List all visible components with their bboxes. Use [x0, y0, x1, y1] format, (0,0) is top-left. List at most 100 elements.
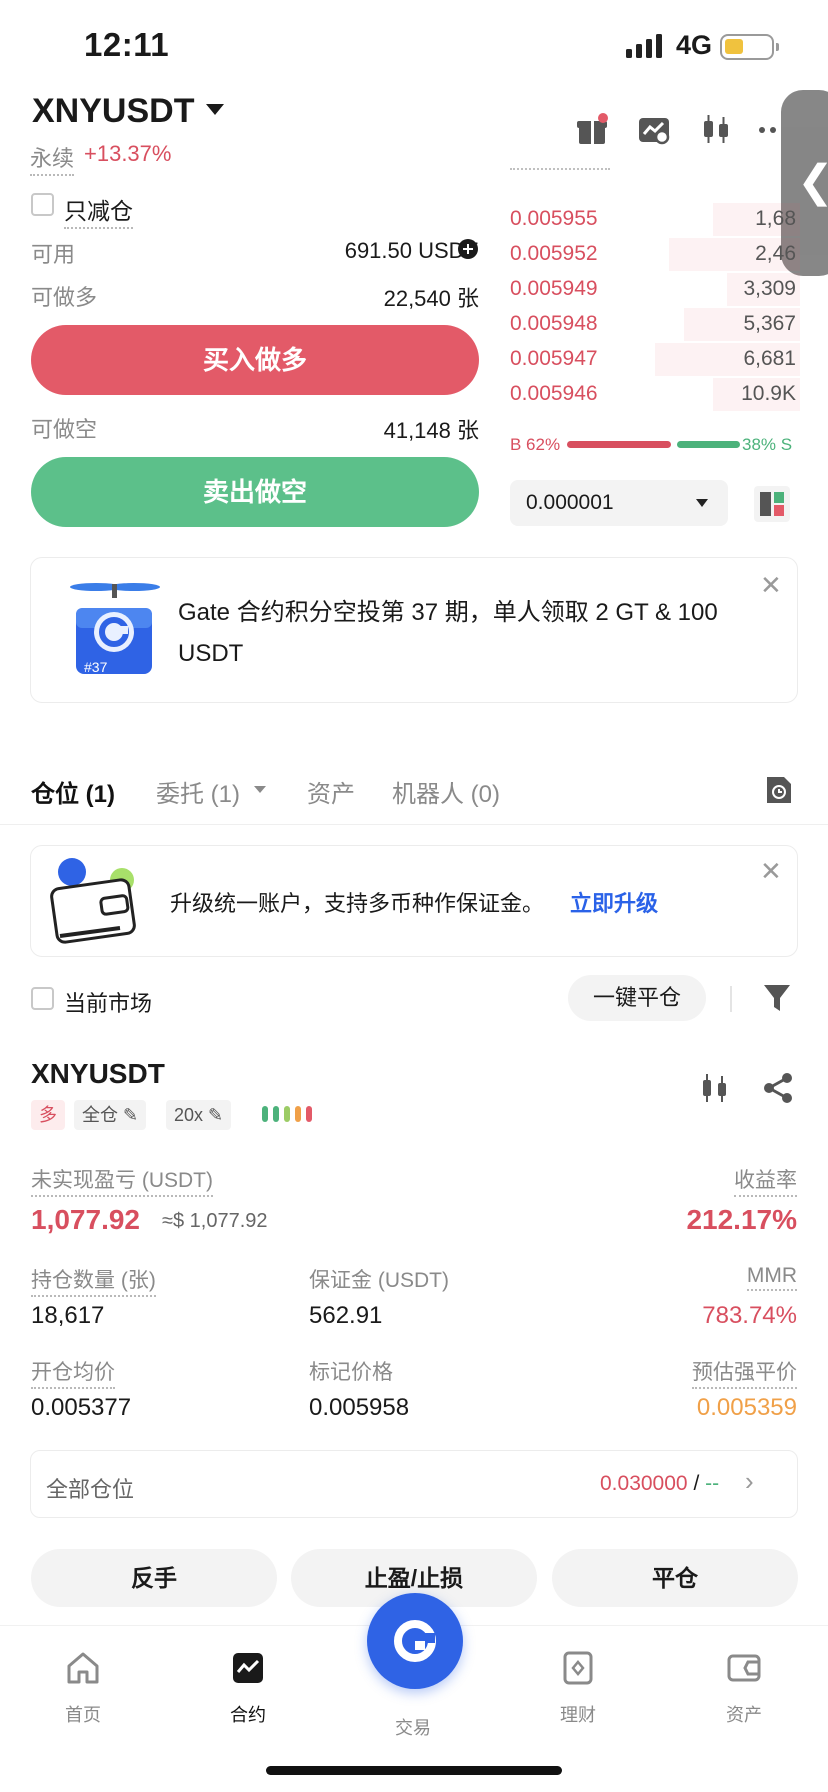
max-short-label: 可做空	[31, 417, 98, 442]
chevron-right-icon[interactable]: ›	[745, 1466, 754, 1497]
wallet-icon	[50, 858, 136, 944]
gate-logo-icon	[394, 1620, 436, 1662]
share-icon[interactable]	[762, 1072, 794, 1104]
nav-home[interactable]: 首页	[23, 1648, 143, 1727]
earn-icon	[563, 1651, 593, 1685]
close-all-button[interactable]: 一键平仓	[568, 975, 706, 1021]
sell-ratio-bar	[677, 441, 740, 448]
orderbook-ask-row[interactable]: 0.005952 2,46	[510, 238, 800, 273]
orderbook-ask-row[interactable]: 0.005946 10.9K	[510, 378, 800, 413]
liq-price-value: 0.005359	[696, 1394, 797, 1421]
buy-long-button[interactable]: 买入做多	[31, 325, 479, 395]
unrealized-pnl-value: 1,077.92	[31, 1204, 140, 1235]
mmr-value: 783.74%	[702, 1302, 797, 1329]
status-time: 12:11	[84, 26, 170, 63]
orderbook-ask-row[interactable]: 0.005948 5,367	[510, 308, 800, 343]
upgrade-text: 升级统一账户，支持多币种作保证金。	[170, 891, 545, 916]
nav-assets-label: 资产	[726, 1705, 762, 1725]
upgrade-link[interactable]: 立即升级	[570, 886, 658, 918]
more-icon[interactable]	[758, 112, 782, 148]
ask-quantity: 3,309	[743, 277, 796, 300]
position-symbol[interactable]: XNYUSDT	[31, 1058, 165, 1090]
nav-futures[interactable]: 合约	[188, 1648, 308, 1727]
ask-price: 0.005949	[510, 277, 598, 300]
network-type: 4G	[676, 30, 713, 60]
candlestick-icon[interactable]	[698, 112, 734, 148]
orderbook-ask-row[interactable]: 0.005955 1,68	[510, 203, 800, 238]
caret-down-icon	[696, 499, 708, 507]
max-short-value: 41,148 张	[383, 418, 479, 443]
wallet-nav-icon	[727, 1654, 761, 1682]
gift-icon[interactable]	[574, 112, 610, 148]
signal-icon	[626, 34, 662, 58]
tab-assets[interactable]: 资产	[307, 774, 355, 809]
position-size-value: 18,617	[31, 1302, 105, 1329]
reduce-only-label[interactable]: 只减仓	[64, 192, 133, 229]
total-positions-separator: /	[693, 1472, 700, 1495]
mark-price-value: 0.005958	[309, 1394, 410, 1421]
ask-price: 0.005952	[510, 242, 598, 265]
margin-mode-tag[interactable]: 全仓 ✎	[74, 1100, 147, 1130]
orderbook-ask-row[interactable]: 0.005949 3,309	[510, 273, 800, 308]
close-position-button[interactable]: 平仓	[552, 1549, 798, 1607]
unrealized-pnl-approx: ≈$ 1,077.92	[162, 1210, 268, 1232]
tab-bots[interactable]: 机器人 (0)	[392, 774, 500, 809]
chevron-left-icon: ❮	[797, 156, 828, 207]
promo-badge: #37	[84, 659, 108, 675]
add-funds-icon[interactable]	[458, 239, 478, 259]
promo-text[interactable]: Gate 合约积分空投第 37 期，单人领取 2 GT & 100 USDT	[178, 592, 738, 674]
current-market-label[interactable]: 当前市场	[64, 986, 152, 1018]
ask-price: 0.005948	[510, 312, 598, 335]
total-positions-label: 全部仓位	[46, 1477, 135, 1502]
battery-icon	[720, 34, 779, 60]
edit-icon: ✎	[123, 1105, 139, 1125]
orderbook-layout-icon[interactable]	[752, 484, 792, 524]
candlestick-icon[interactable]	[700, 1071, 730, 1105]
margin-mode-label: 全仓	[82, 1105, 118, 1125]
leverage-label: 20x	[174, 1105, 204, 1125]
current-market-checkbox[interactable]	[31, 987, 54, 1010]
entry-price-label: 开仓均价	[31, 1356, 115, 1389]
orderbook-ask-row[interactable]: 0.005947 6,681	[510, 343, 800, 378]
sell-short-button[interactable]: 卖出做空	[31, 457, 479, 527]
leverage-tag[interactable]: 20x ✎	[166, 1100, 232, 1130]
max-long-label: 可做多	[31, 285, 98, 310]
history-document-icon[interactable]	[764, 774, 794, 806]
tab-orders[interactable]: 委托 (1)	[156, 774, 240, 809]
margin-value: 562.91	[309, 1302, 383, 1329]
close-icon[interactable]: ✕	[760, 856, 782, 887]
position-side-tag: 多	[31, 1100, 65, 1130]
ask-quantity: 1,68	[755, 207, 796, 230]
roe-value: 212.17%	[686, 1204, 797, 1235]
change-percent: +13.37%	[84, 141, 172, 166]
caret-down-icon[interactable]	[254, 786, 266, 793]
tab-positions[interactable]: 仓位 (1)	[31, 774, 115, 809]
calculator-chart-icon[interactable]	[636, 112, 672, 148]
filter-icon[interactable]	[762, 982, 792, 1014]
nav-trade[interactable]: 交易	[353, 1706, 473, 1740]
ask-quantity: 6,681	[743, 347, 796, 370]
caret-down-icon[interactable]	[206, 104, 224, 115]
mmr-label: MMR	[746, 1264, 797, 1291]
home-indicator	[266, 1766, 562, 1775]
buy-ratio: B 62%	[510, 435, 561, 454]
ask-price: 0.005946	[510, 382, 598, 405]
nav-home-label: 首页	[65, 1705, 101, 1725]
nav-trade-button[interactable]	[367, 1593, 463, 1689]
reduce-only-checkbox[interactable]	[31, 193, 54, 216]
total-positions-suffix: --	[705, 1472, 720, 1495]
nav-assets[interactable]: 资产	[684, 1648, 804, 1727]
pair-title[interactable]: XNYUSDT	[32, 92, 194, 131]
roe-label: 收益率	[734, 1164, 797, 1197]
nav-earn[interactable]: 理财	[518, 1648, 638, 1727]
close-icon[interactable]: ✕	[760, 570, 782, 601]
max-long-value: 22,540 张	[383, 286, 479, 311]
unrealized-pnl-label: 未实现盈亏 (USDT)	[31, 1164, 213, 1197]
ask-quantity: 2,46	[755, 242, 796, 265]
reverse-button[interactable]: 反手	[31, 1549, 277, 1607]
margin-label: 保证金 (USDT)	[309, 1269, 449, 1292]
nav-trade-label: 交易	[395, 1718, 431, 1738]
home-icon	[67, 1652, 99, 1684]
precision-select[interactable]: 0.000001	[510, 480, 728, 526]
ask-price: 0.005955	[510, 207, 598, 230]
